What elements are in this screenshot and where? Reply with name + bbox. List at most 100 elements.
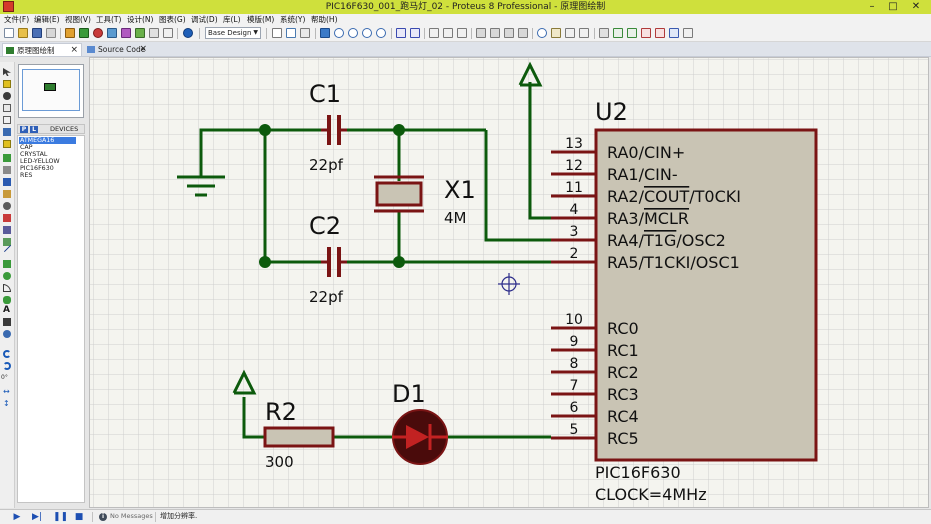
- box-tool-icon[interactable]: [3, 260, 11, 268]
- close-button[interactable]: ✕: [906, 0, 926, 14]
- help-icon[interactable]: [183, 28, 193, 38]
- rotate-cw-icon[interactable]: [3, 350, 11, 358]
- arc-tool-icon[interactable]: [3, 284, 11, 292]
- graph-icon[interactable]: [3, 178, 11, 186]
- menu-system[interactable]: 系统(Y): [280, 14, 305, 25]
- voltage-probe-icon[interactable]: [3, 214, 11, 222]
- current-probe-icon[interactable]: [3, 226, 11, 234]
- wire-autorouter-icon[interactable]: [599, 28, 609, 38]
- zoom-in-icon[interactable]: [334, 28, 344, 38]
- packaging-tool-icon[interactable]: [565, 28, 575, 38]
- cut-icon[interactable]: [429, 28, 439, 38]
- search-tag-icon[interactable]: [613, 28, 623, 38]
- subcircuit-icon[interactable]: [3, 140, 11, 148]
- refresh-icon[interactable]: [272, 28, 282, 38]
- schematic-canvas[interactable]: C1 22pf C2 22pf X1 4M R2 300 D1 U2 PIC16…: [89, 57, 929, 508]
- home-icon[interactable]: [65, 28, 75, 38]
- menu-tools[interactable]: 工具(T): [96, 14, 121, 25]
- info-icon[interactable]: i: [99, 513, 107, 521]
- list-item[interactable]: CRYSTAL: [19, 151, 47, 158]
- stop-icon[interactable]: ■: [74, 512, 84, 522]
- overview-window[interactable]: [18, 64, 84, 118]
- gerber-icon[interactable]: [121, 28, 131, 38]
- mirror-vertical-icon[interactable]: ↕: [3, 400, 11, 408]
- maximize-button[interactable]: □: [884, 0, 902, 14]
- line-tool-icon[interactable]: [3, 244, 12, 253]
- rotate-ccw-icon[interactable]: [3, 362, 11, 370]
- component-mode-icon[interactable]: [3, 80, 11, 88]
- zoom-all-icon[interactable]: [362, 28, 372, 38]
- pan-icon[interactable]: [320, 28, 330, 38]
- symbol-tool-icon[interactable]: [3, 318, 11, 326]
- block-delete-icon[interactable]: [518, 28, 528, 38]
- play-icon[interactable]: ▶: [12, 512, 22, 522]
- save-icon[interactable]: [32, 28, 42, 38]
- tab-source-code[interactable]: Source Code ×: [84, 43, 150, 56]
- remove-sheet-icon[interactable]: [655, 28, 665, 38]
- tab-schematic[interactable]: 原理图绘制 ×: [2, 43, 82, 56]
- zoom-area-icon[interactable]: [376, 28, 386, 38]
- list-item[interactable]: LED-YELLOW: [19, 158, 60, 165]
- message-count[interactable]: No Messages: [110, 510, 153, 523]
- close-project-icon[interactable]: [46, 28, 56, 38]
- generator-icon[interactable]: [3, 202, 11, 210]
- grid-toggle-icon[interactable]: [286, 28, 296, 38]
- menu-design[interactable]: 设计(N): [127, 14, 153, 25]
- marker-tool-icon[interactable]: [3, 330, 11, 338]
- notes-icon[interactable]: [163, 28, 173, 38]
- list-item[interactable]: CAP: [19, 144, 33, 151]
- exit-parent-icon[interactable]: [669, 28, 679, 38]
- tape-recorder-icon[interactable]: [3, 190, 11, 198]
- menu-debug[interactable]: 调试(D): [191, 14, 218, 25]
- device-pin-icon[interactable]: [3, 166, 11, 174]
- list-item[interactable]: ATMEGA16: [19, 137, 76, 144]
- bom-icon[interactable]: [135, 28, 145, 38]
- code-icon[interactable]: [149, 28, 159, 38]
- library-manager-button[interactable]: L: [30, 126, 38, 133]
- mirror-horizontal-icon[interactable]: ↔: [3, 388, 11, 396]
- origin-icon[interactable]: [300, 28, 310, 38]
- pause-icon[interactable]: ❚❚: [53, 512, 68, 522]
- menu-template[interactable]: 模版(M): [247, 14, 274, 25]
- close-icon[interactable]: ×: [139, 43, 147, 56]
- text-script-icon[interactable]: [3, 116, 11, 124]
- 3d-view-icon[interactable]: [107, 28, 117, 38]
- paste-icon[interactable]: [457, 28, 467, 38]
- design-select[interactable]: Base Design ▼: [205, 27, 261, 39]
- pcb-icon[interactable]: [93, 28, 103, 38]
- block-copy-icon[interactable]: [476, 28, 486, 38]
- close-icon[interactable]: ×: [70, 44, 78, 57]
- menu-edit[interactable]: 编辑(E): [34, 14, 60, 25]
- block-move-icon[interactable]: [490, 28, 500, 38]
- menu-graph[interactable]: 图表(G): [159, 14, 186, 25]
- terminal-icon[interactable]: [3, 154, 11, 162]
- junction-dot-icon[interactable]: [3, 92, 11, 100]
- open-folder-icon[interactable]: [18, 28, 28, 38]
- netlist-icon[interactable]: [683, 28, 693, 38]
- bus-icon[interactable]: [3, 128, 11, 136]
- menu-library[interactable]: 库(L): [223, 14, 241, 25]
- selection-mode-icon[interactable]: [3, 68, 11, 76]
- block-rotate-icon[interactable]: [504, 28, 514, 38]
- path-tool-icon[interactable]: [3, 296, 11, 304]
- redo-icon[interactable]: [410, 28, 420, 38]
- copy-icon[interactable]: [443, 28, 453, 38]
- wire-label-icon[interactable]: [3, 104, 11, 112]
- menu-file[interactable]: 文件(F): [4, 14, 29, 25]
- list-item[interactable]: RES: [19, 172, 32, 179]
- list-item[interactable]: PIC16F630: [19, 165, 54, 172]
- new-sheet-icon[interactable]: [641, 28, 651, 38]
- new-file-icon[interactable]: [4, 28, 14, 38]
- property-tool-icon[interactable]: [627, 28, 637, 38]
- schematic-icon[interactable]: [79, 28, 89, 38]
- zoom-out-icon[interactable]: [348, 28, 358, 38]
- minimize-button[interactable]: –: [863, 0, 881, 14]
- step-icon[interactable]: ▶|: [32, 512, 42, 522]
- make-device-icon[interactable]: [551, 28, 561, 38]
- circle-tool-icon[interactable]: [3, 272, 11, 280]
- pick-device-icon[interactable]: [537, 28, 547, 38]
- pick-device-button[interactable]: P: [20, 126, 28, 133]
- menu-help[interactable]: 帮助(H): [311, 14, 338, 25]
- schematic-canvas-area[interactable]: C1 22pf C2 22pf X1 4M R2 300 D1 U2 PIC16…: [89, 57, 929, 508]
- rotation-readout[interactable]: 0°: [1, 374, 13, 382]
